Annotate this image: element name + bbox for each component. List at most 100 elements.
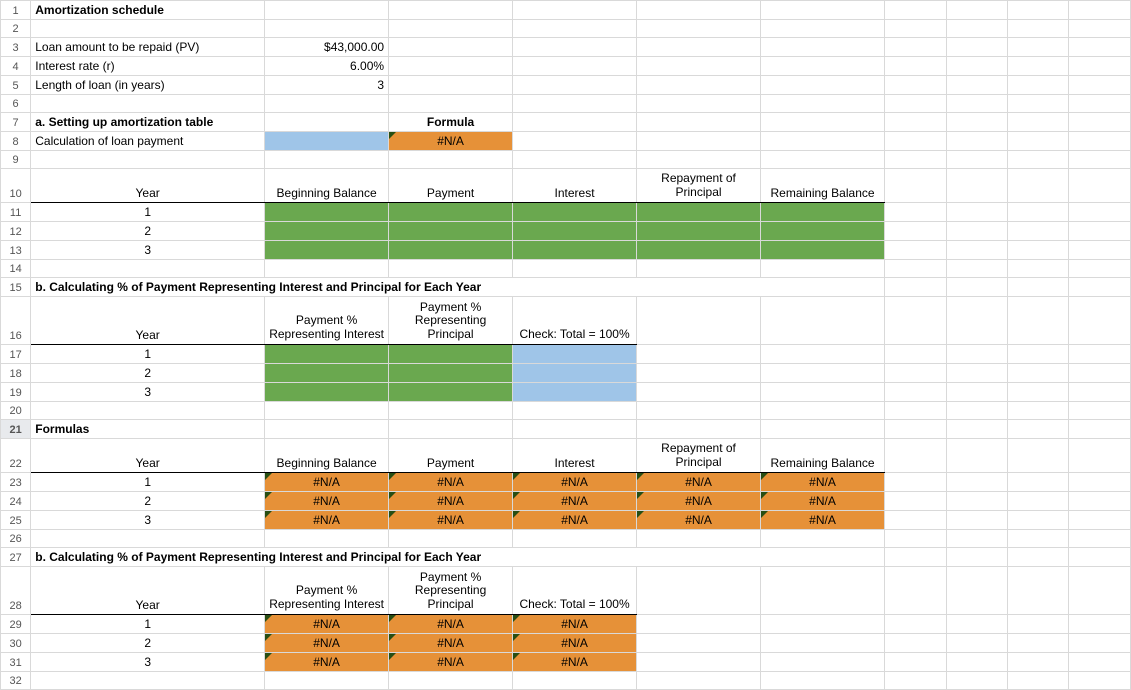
- cell-A17[interactable]: 1: [31, 345, 265, 364]
- cell-G1[interactable]: [885, 1, 946, 20]
- cell-C28[interactable]: Payment % Representing Principal: [389, 567, 513, 615]
- cell-B30[interactable]: #N/A: [265, 634, 389, 653]
- row-header-8[interactable]: 8: [1, 132, 31, 151]
- cell-A1[interactable]: Amortization schedule: [31, 1, 265, 20]
- cell-D16[interactable]: Check: Total = 100%: [513, 297, 637, 345]
- row-header-7[interactable]: 7: [1, 113, 31, 132]
- cell-C29[interactable]: #N/A: [389, 615, 513, 634]
- cell-C16[interactable]: Payment % Representing Principal: [389, 297, 513, 345]
- cell-D31[interactable]: #N/A: [513, 653, 637, 672]
- cell-A31[interactable]: 3: [31, 653, 265, 672]
- cell-C10[interactable]: Payment: [389, 169, 513, 203]
- row-header-20[interactable]: 20: [1, 402, 31, 420]
- cell-D1[interactable]: [513, 1, 637, 20]
- cell-C7[interactable]: Formula: [389, 113, 513, 132]
- row-header-10[interactable]: 10: [1, 169, 31, 203]
- row-header-2[interactable]: 2: [1, 20, 31, 38]
- cell-F10[interactable]: Remaining Balance: [761, 169, 885, 203]
- row-header-1[interactable]: 1: [1, 1, 31, 20]
- cell-A24[interactable]: 2: [31, 492, 265, 511]
- cell-E24[interactable]: #N/A: [637, 492, 761, 511]
- cell-B31[interactable]: #N/A: [265, 653, 389, 672]
- cell-A11[interactable]: 1: [31, 203, 265, 222]
- cell-B4[interactable]: 6.00%: [265, 57, 389, 76]
- row-header-11[interactable]: 11: [1, 203, 31, 222]
- cell-F25[interactable]: #N/A: [761, 511, 885, 530]
- cell-F23[interactable]: #N/A: [761, 473, 885, 492]
- row-header-16[interactable]: 16: [1, 297, 31, 345]
- cell-A8[interactable]: Calculation of loan payment: [31, 132, 265, 151]
- cell-A25[interactable]: 3: [31, 511, 265, 530]
- cell-A29[interactable]: 1: [31, 615, 265, 634]
- cell-C31[interactable]: #N/A: [389, 653, 513, 672]
- cell-B29[interactable]: #N/A: [265, 615, 389, 634]
- row-header-25[interactable]: 25: [1, 511, 31, 530]
- cell-A18[interactable]: 2: [31, 364, 265, 383]
- row-header-12[interactable]: 12: [1, 222, 31, 241]
- row-header-31[interactable]: 31: [1, 653, 31, 672]
- cell-A22[interactable]: Year: [31, 439, 265, 473]
- cell-B8[interactable]: [265, 132, 389, 151]
- row-header-6[interactable]: 6: [1, 95, 31, 113]
- cell-A10[interactable]: Year: [31, 169, 265, 203]
- cell-D22[interactable]: Interest: [513, 439, 637, 473]
- row-header-18[interactable]: 18: [1, 364, 31, 383]
- cell-B24[interactable]: #N/A: [265, 492, 389, 511]
- cell-B1[interactable]: [265, 1, 389, 20]
- cell-A4[interactable]: Interest rate (r): [31, 57, 265, 76]
- row-header-23[interactable]: 23: [1, 473, 31, 492]
- row-header-17[interactable]: 17: [1, 345, 31, 364]
- spreadsheet-grid[interactable]: 1 Amortization schedule 2 3 Loan amount …: [0, 0, 1131, 690]
- cell-D29[interactable]: #N/A: [513, 615, 637, 634]
- cell-C11[interactable]: [389, 203, 513, 222]
- cell-I1[interactable]: [1007, 1, 1068, 20]
- cell-A15[interactable]: b. Calculating % of Payment Representing…: [31, 278, 885, 297]
- row-header-21[interactable]: 21: [1, 420, 31, 439]
- cell-A5[interactable]: Length of loan (in years): [31, 76, 265, 95]
- cell-E25[interactable]: #N/A: [637, 511, 761, 530]
- cell-B25[interactable]: #N/A: [265, 511, 389, 530]
- cell-C25[interactable]: #N/A: [389, 511, 513, 530]
- row-header-13[interactable]: 13: [1, 241, 31, 260]
- row-header-32[interactable]: 32: [1, 672, 31, 690]
- cell-A28[interactable]: Year: [31, 567, 265, 615]
- cell-A13[interactable]: 3: [31, 241, 265, 260]
- cell-E23[interactable]: #N/A: [637, 473, 761, 492]
- cell-B10[interactable]: Beginning Balance: [265, 169, 389, 203]
- cell-B7[interactable]: [265, 113, 389, 132]
- cell-D11[interactable]: [513, 203, 637, 222]
- cell-A19[interactable]: 3: [31, 383, 265, 402]
- cell-A3[interactable]: Loan amount to be repaid (PV): [31, 38, 265, 57]
- cell-D28[interactable]: Check: Total = 100%: [513, 567, 637, 615]
- cell-B22[interactable]: Beginning Balance: [265, 439, 389, 473]
- cell-B11[interactable]: [265, 203, 389, 222]
- cell-B23[interactable]: #N/A: [265, 473, 389, 492]
- cell-D10[interactable]: Interest: [513, 169, 637, 203]
- row-header-30[interactable]: 30: [1, 634, 31, 653]
- cell-B16[interactable]: Payment % Representing Interest: [265, 297, 389, 345]
- cell-B28[interactable]: Payment % Representing Interest: [265, 567, 389, 615]
- row-header-22[interactable]: 22: [1, 439, 31, 473]
- cell-A30[interactable]: 2: [31, 634, 265, 653]
- row-header-15[interactable]: 15: [1, 278, 31, 297]
- cell-F11[interactable]: [761, 203, 885, 222]
- cell-E11[interactable]: [637, 203, 761, 222]
- row-header-14[interactable]: 14: [1, 260, 31, 278]
- cell-B3[interactable]: $43,000.00: [265, 38, 389, 57]
- row-header-19[interactable]: 19: [1, 383, 31, 402]
- cell-C8[interactable]: #N/A: [389, 132, 513, 151]
- cell-D25[interactable]: #N/A: [513, 511, 637, 530]
- row-header-5[interactable]: 5: [1, 76, 31, 95]
- cell-E1[interactable]: [637, 1, 761, 20]
- cell-C23[interactable]: #N/A: [389, 473, 513, 492]
- cell-A16[interactable]: Year: [31, 297, 265, 345]
- cell-E22[interactable]: Repayment of Principal: [637, 439, 761, 473]
- cell-H1[interactable]: [946, 1, 1007, 20]
- cell-D24[interactable]: #N/A: [513, 492, 637, 511]
- cell-B5[interactable]: 3: [265, 76, 389, 95]
- row-header-9[interactable]: 9: [1, 151, 31, 169]
- row-header-4[interactable]: 4: [1, 57, 31, 76]
- row-header-28[interactable]: 28: [1, 567, 31, 615]
- cell-A2[interactable]: [31, 20, 265, 38]
- cell-C22[interactable]: Payment: [389, 439, 513, 473]
